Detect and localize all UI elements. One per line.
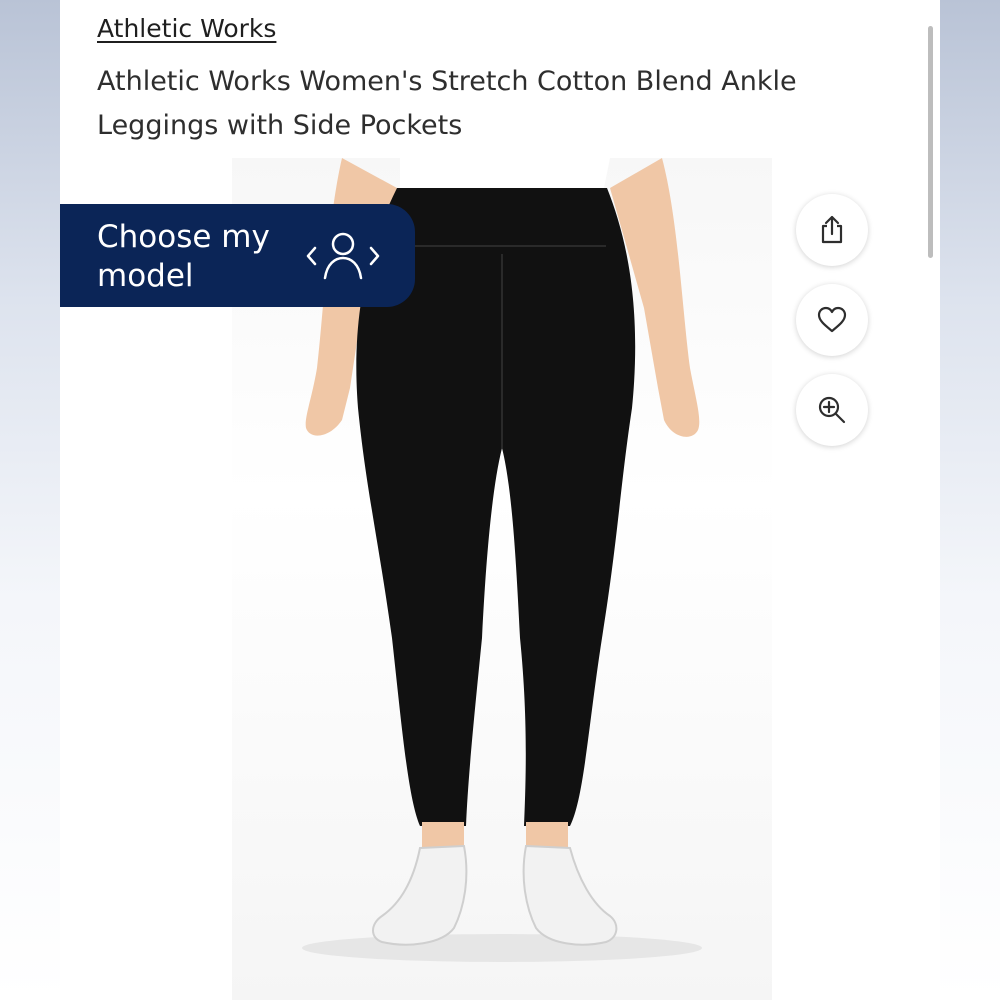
heart-icon	[817, 306, 847, 333]
favorite-button[interactable]	[796, 284, 868, 356]
scrollbar[interactable]	[928, 26, 933, 258]
share-button[interactable]	[796, 194, 868, 266]
brand-link[interactable]: Athletic Works	[97, 14, 276, 43]
choose-model-button[interactable]: Choose my model	[60, 204, 415, 307]
product-page: Athletic Works Athletic Works Women's St…	[60, 0, 940, 1000]
product-title: Athletic Works Women's Stretch Cotton Bl…	[97, 66, 797, 141]
share-icon	[821, 215, 843, 244]
choose-model-label: Choose my model	[97, 219, 270, 294]
zoom-in-icon	[818, 396, 846, 424]
person-switch-icon	[306, 232, 380, 280]
zoom-button[interactable]	[796, 374, 868, 446]
